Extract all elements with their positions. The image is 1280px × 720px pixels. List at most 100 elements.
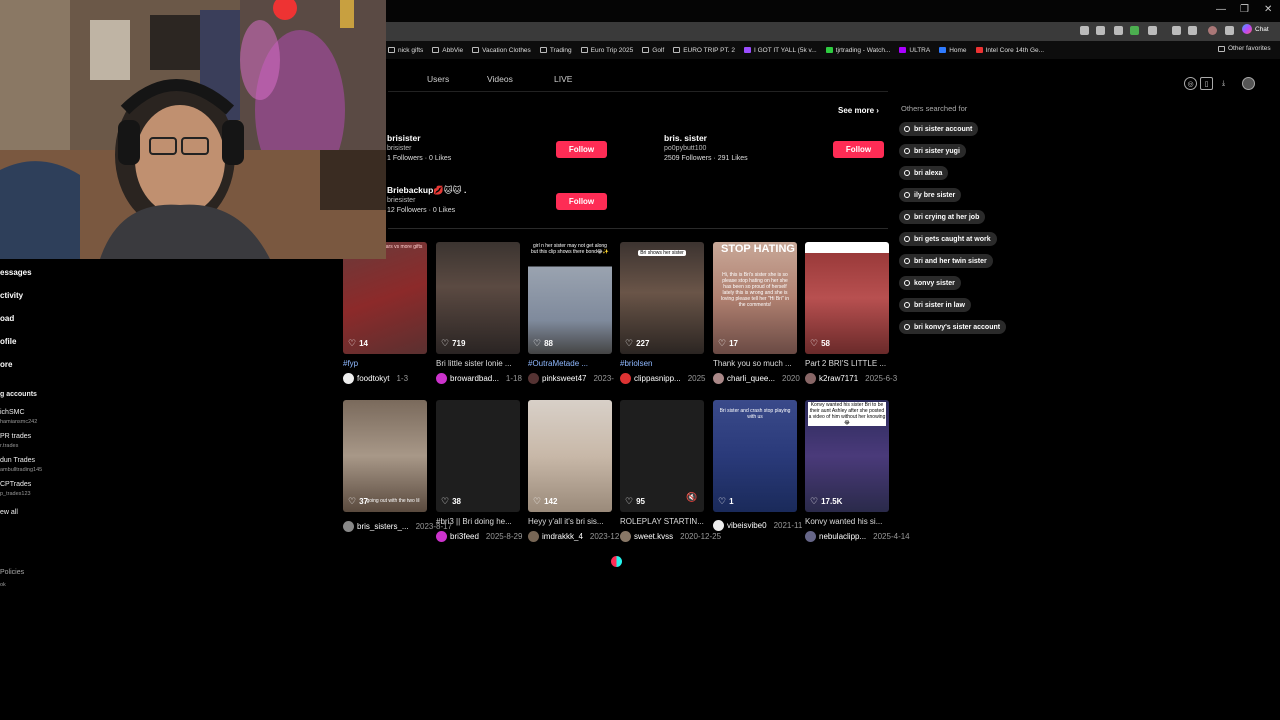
video-author[interactable]: pinksweet47 2023- (528, 373, 614, 384)
video-author[interactable]: nebulaclipp... 2025-4-14 (805, 531, 910, 542)
minimize-icon[interactable]: — (1216, 4, 1226, 15)
others-searched-title: Others searched for (901, 104, 968, 113)
video-thumbnail[interactable]: STOP HATING Hi, this is Bri's sister she… (713, 242, 797, 354)
suggestion-chip[interactable]: bri crying at her job (899, 210, 986, 224)
follow-button[interactable]: Follow (833, 141, 884, 158)
video-thumbnail[interactable]: ♡ 142 (528, 400, 612, 512)
sidebar-item-upload[interactable]: oad (0, 314, 14, 323)
search-icon (904, 324, 910, 330)
video-author[interactable]: k2raw7171 2025-6-3 (805, 373, 897, 384)
bookmark[interactable]: Golf (642, 47, 664, 54)
phone-icon[interactable]: ▯ (1200, 77, 1213, 90)
profile-avatar-icon[interactable] (1208, 26, 1217, 35)
copilot-icon[interactable] (1188, 26, 1197, 35)
heart-icon: ♡ (533, 496, 542, 506)
video-thumbnail[interactable]: ♡ 38 (436, 400, 520, 512)
suggestion-chip[interactable]: bri gets caught at work (899, 232, 997, 246)
user-stats: 12 Followers · 0 Likes (387, 207, 456, 214)
compass-icon[interactable]: ◎ (1184, 77, 1197, 90)
favorite-star-icon[interactable] (1096, 26, 1105, 35)
tradingview-icon (825, 47, 833, 53)
video-thumbnail[interactable]: Konvy wanted his sister Bri to be their … (805, 400, 889, 512)
video-caption[interactable]: Thank you so much ... (713, 359, 792, 368)
bookmark[interactable]: Euro Trip 2025 (580, 47, 633, 54)
other-favorites[interactable]: Other favorites (1218, 45, 1271, 52)
video-author[interactable]: browardbad... 1-18 (436, 373, 522, 384)
see-more-link[interactable]: See more › (838, 106, 879, 115)
suggestion-chip[interactable]: konvy sister (899, 276, 961, 290)
settings-icon[interactable] (1172, 26, 1181, 35)
sidebar-item-more[interactable]: ore (0, 360, 12, 369)
bookmark[interactable]: I GOT IT YALL (5k v... (743, 47, 817, 54)
bookmark[interactable]: EURO TRIP PT. 2 (673, 47, 735, 54)
suggestion-chip[interactable]: bri alexa (899, 166, 949, 180)
tab-users[interactable]: Users (427, 74, 449, 84)
split-screen-icon[interactable] (1114, 26, 1123, 35)
video-thumbnail[interactable]: ♡ 95 🔇 (620, 400, 704, 512)
tab-live[interactable]: LIVE (554, 74, 572, 84)
more-menu-icon[interactable] (1225, 26, 1234, 35)
suggestion-chip[interactable]: bri sister yugi (899, 144, 966, 158)
chat-button[interactable]: Chat (1242, 24, 1269, 34)
tab-videos[interactable]: Videos (487, 74, 513, 84)
video-thumbnail[interactable]: going out with the two lil ♡ 37 (343, 400, 427, 512)
suggestion-chip[interactable]: bri sister in law (899, 298, 971, 312)
sidebar-account-name[interactable]: CPTrades (0, 481, 31, 488)
video-author[interactable]: foodtokyt 1-3 (343, 373, 408, 384)
download-icon[interactable]: ⤓ (1217, 77, 1230, 90)
bookmark[interactable]: Intel Core 14th Ge... (975, 47, 1044, 54)
video-author[interactable]: bri3feed 2025-8-29 (436, 531, 522, 542)
sidebar-item-profile[interactable]: ofile (0, 337, 16, 346)
video-author[interactable]: clippasnipp... 2025 (620, 373, 706, 384)
user-stats: 1 Followers · 0 Likes (387, 155, 452, 162)
suggestion-chip[interactable]: bri sister account (899, 122, 979, 136)
video-caption[interactable]: Heyy y'all it's bri sis... (528, 517, 604, 526)
video-author[interactable]: imdrakkk_4 2023-12 (528, 531, 619, 542)
extension-icon[interactable] (1080, 26, 1089, 35)
video-thumbnail[interactable]: Bri sister and crash stop playing with u… (713, 400, 797, 512)
video-author[interactable]: charli_quee... 2020 (713, 373, 800, 384)
bookmark[interactable]: nick gifts (388, 47, 423, 54)
mute-icon[interactable]: 🔇 (686, 492, 697, 503)
user-name[interactable]: bris. sister (664, 133, 707, 143)
sidebar-account-name[interactable]: PR trades (0, 433, 31, 440)
extension-green-icon[interactable] (1130, 26, 1139, 35)
suggestion-chip[interactable]: bri konvy's sister account (899, 320, 1007, 334)
user-name[interactable]: brisister (387, 133, 421, 143)
footer-policies[interactable]: Policies (0, 569, 24, 576)
bookmark[interactable]: Vacation Clothes (472, 47, 531, 54)
bookmark[interactable]: Trading (539, 47, 572, 54)
video-author[interactable]: sweet.kvss 2020-12-25 (620, 531, 721, 542)
bookmark[interactable]: tjrtrading - Watch... (825, 47, 890, 54)
follow-button[interactable]: Follow (556, 193, 607, 210)
user-name[interactable]: Briebackup💋🐱🐱 . (387, 185, 466, 196)
maximize-icon[interactable]: ❐ (1240, 4, 1249, 15)
video-caption[interactable]: Bri little sister lonie ... (436, 359, 512, 368)
close-window-icon[interactable]: ✕ (1264, 4, 1272, 15)
video-thumbnail[interactable]: Bri shows her sister ♡ 227 (620, 242, 704, 354)
sidebar-item-messages[interactable]: essages (0, 268, 32, 277)
address-bar[interactable] (386, 22, 1280, 41)
profile-avatar[interactable] (1242, 77, 1255, 90)
bookmark[interactable]: AbbVie (432, 47, 463, 54)
video-thumbnail[interactable]: girl n her sister may not get along but … (528, 242, 612, 354)
suggestion-chip[interactable]: ily bre sister (899, 188, 962, 202)
collections-icon[interactable] (1148, 26, 1157, 35)
video-thumbnail[interactable]: ♡ 58 (805, 242, 889, 354)
video-caption[interactable]: #fyp (343, 359, 358, 368)
sidebar-account-name[interactable]: ichSMC (0, 409, 25, 416)
video-thumbnail[interactable]: ♡ 719 (436, 242, 520, 354)
follow-button[interactable]: Follow (556, 141, 607, 158)
bookmark[interactable]: Home (939, 47, 967, 54)
sidebar-account-name[interactable]: dun Trades (0, 457, 35, 464)
video-caption[interactable]: ROLEPLAY STARTIN... (620, 517, 704, 526)
video-caption[interactable]: Part 2 BRI'S LITTLE ... (805, 359, 886, 368)
see-all-link[interactable]: ew all (0, 509, 18, 516)
video-caption[interactable]: #briolsen (620, 359, 652, 368)
video-caption[interactable]: Konvy wanted his si... (805, 517, 882, 526)
suggestion-chip[interactable]: bri and her twin sister (899, 254, 993, 268)
video-author[interactable]: vibeisvibe0 2021-11 (713, 520, 802, 531)
sidebar-item-activity[interactable]: ctivity (0, 291, 23, 300)
bookmark[interactable]: ULTRA (899, 47, 930, 54)
video-caption[interactable]: #OutraMetade ... (528, 359, 588, 368)
